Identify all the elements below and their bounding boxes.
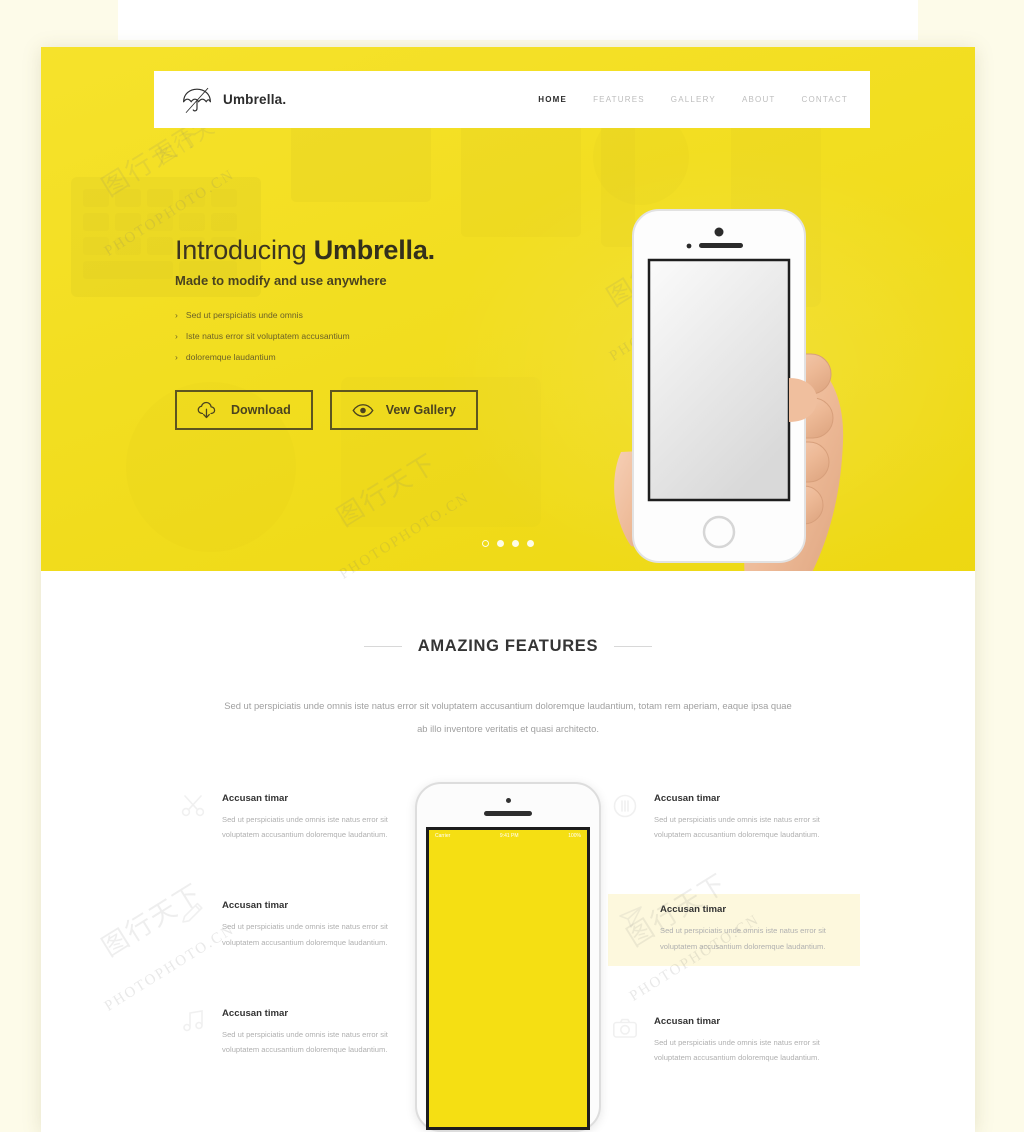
phone-screen: Carrier 9:41 PM 100% [426, 827, 590, 1131]
navbar: Umbrella. HOME FEATURES GALLERY ABOUT CO… [154, 71, 870, 128]
slider-dot-1[interactable] [482, 540, 489, 547]
hero-title: Introducing Umbrella. [175, 235, 555, 266]
nav-link-about[interactable]: ABOUT [742, 95, 776, 104]
chevron-right-icon: › [175, 351, 178, 362]
phone-status-bar: Carrier 9:41 PM 100% [429, 830, 587, 841]
slider-dot-4[interactable] [527, 540, 534, 547]
feature-item[interactable]: Accusan timar Sed ut perspiciatis unde o… [608, 1010, 840, 1073]
heading-rule-left [363, 646, 402, 647]
features-section: AMAZING FEATURES Sed ut perspiciatis und… [41, 571, 975, 1132]
hero-bullet-list: › Sed ut perspiciatis unde omnis › Iste … [175, 310, 555, 362]
hero-title-prefix: Introducing [175, 235, 314, 265]
camera-icon [612, 1016, 638, 1042]
chevron-right-icon: › [175, 309, 178, 320]
slider-dot-3[interactable] [512, 540, 519, 547]
feature-grid: Accusan timar Sed ut perspiciatis unde o… [41, 782, 975, 1132]
feature-text: Accusan timar Sed ut perspiciatis unde o… [654, 793, 832, 842]
pencil-icon [180, 900, 206, 926]
feature-column-right: Accusan timar Sed ut perspiciatis unde o… [608, 782, 863, 1132]
hero-title-strong: Umbrella. [313, 235, 435, 265]
feature-title: Accusan timar [222, 900, 289, 912]
website-mockup: Umbrella. HOME FEATURES GALLERY ABOUT CO… [41, 47, 975, 1132]
page-canvas: Umbrella. HOME FEATURES GALLERY ABOUT CO… [0, 0, 1024, 1132]
feature-column-left: Accusan timar Sed ut perspiciatis unde o… [153, 782, 408, 1132]
feature-phone-mockup: Carrier 9:41 PM 100% [408, 782, 608, 1132]
nav-link-contact[interactable]: CONTACT [802, 95, 848, 104]
feature-body: Sed ut perspiciatis unde omnis iste natu… [654, 1037, 820, 1062]
feature-title: Accusan timar [660, 904, 727, 916]
hero-section: Umbrella. HOME FEATURES GALLERY ABOUT CO… [41, 47, 975, 571]
hero-bullet-label: doloremque laudantium [185, 352, 276, 363]
hero-copy: Introducing Umbrella. Made to modify and… [175, 235, 555, 431]
nav-link-home[interactable]: HOME [538, 95, 567, 104]
hero-bullet-label: Iste natus error sit voluptatem accusant… [185, 331, 350, 342]
umbrella-icon [180, 85, 214, 115]
slider-dots [41, 540, 975, 547]
feature-text: Accusan timar Sed ut perspiciatis unde o… [222, 1008, 400, 1057]
nav-link-gallery[interactable]: GALLERY [671, 95, 716, 104]
nav-link-features[interactable]: FEATURES [593, 95, 645, 104]
section-title: AMAZING FEATURES [417, 637, 599, 655]
brand[interactable]: Umbrella. [180, 85, 286, 115]
view-gallery-button[interactable]: Vew Gallery [329, 390, 478, 431]
scissors-icon [180, 793, 206, 819]
feature-title: Accusan timar [654, 1015, 721, 1027]
headphones-icon [612, 793, 638, 819]
chevron-right-icon: › [175, 330, 178, 341]
phone-speaker-grille [484, 811, 532, 817]
paper-plane-icon [618, 904, 644, 930]
feature-item[interactable]: Accusan timar Sed ut perspiciatis unde o… [176, 1002, 408, 1065]
view-gallery-button-label: Vew Gallery [385, 403, 456, 418]
hero-bullet: › doloremque laudantium [175, 352, 555, 362]
download-button[interactable]: Download [175, 390, 313, 431]
feature-title: Accusan timar [654, 793, 721, 805]
phone-camera-dot [505, 798, 511, 804]
feature-item-highlighted[interactable]: Accusan timar Sed ut perspiciatis unde o… [608, 894, 860, 966]
status-battery: 100% [568, 832, 581, 839]
feature-text: Accusan timar Sed ut perspiciatis unde o… [222, 900, 400, 949]
eye-icon [352, 403, 374, 418]
feature-body: Sed ut perspiciatis unde omnis iste natu… [660, 926, 826, 951]
feature-text: Accusan timar Sed ut perspiciatis unde o… [222, 793, 400, 842]
hero-phone-in-hand-image [593, 202, 853, 571]
slider-dot-2[interactable] [497, 540, 504, 547]
feature-body: Sed ut perspiciatis unde omnis iste natu… [222, 815, 388, 840]
feature-text: Accusan timar Sed ut perspiciatis unde o… [660, 904, 848, 953]
hero-bullet-label: Sed ut perspiciatis unde omnis [185, 310, 303, 321]
hero-bullet: › Sed ut perspiciatis unde omnis [175, 310, 555, 320]
feature-item[interactable]: Accusan timar Sed ut perspiciatis unde o… [176, 787, 408, 850]
feature-item[interactable]: Accusan timar Sed ut perspiciatis unde o… [176, 894, 408, 957]
music-note-icon [180, 1008, 206, 1034]
brand-name: Umbrella. [223, 92, 287, 107]
feature-body: Sed ut perspiciatis unde omnis iste natu… [222, 922, 388, 947]
top-white-strip [118, 0, 918, 40]
hero-buttons: Download Vew Gallery [175, 390, 555, 431]
feature-item[interactable]: Accusan timar Sed ut perspiciatis unde o… [608, 787, 840, 850]
hero-bullet: › Iste natus error sit voluptatem accusa… [175, 331, 555, 341]
feature-body: Sed ut perspiciatis unde omnis iste natu… [222, 1029, 388, 1054]
status-time: 9:41 PM [499, 832, 519, 839]
nav-links: HOME FEATURES GALLERY ABOUT CONTACT [538, 95, 848, 104]
feature-text: Accusan timar Sed ut perspiciatis unde o… [654, 1016, 832, 1065]
section-description: Sed ut perspiciatis unde omnis iste natu… [224, 700, 792, 735]
section-heading: AMAZING FEATURES [41, 637, 975, 656]
heading-rule-right [614, 646, 653, 647]
hero-subtitle: Made to modify and use anywhere [175, 273, 387, 289]
phone-mock-body: Carrier 9:41 PM 100% [415, 782, 601, 1132]
feature-body: Sed ut perspiciatis unde omnis iste natu… [654, 815, 820, 840]
feature-title: Accusan timar [222, 1007, 289, 1019]
download-button-label: Download [231, 403, 291, 418]
feature-title: Accusan timar [222, 793, 289, 805]
status-carrier: Carrier [435, 832, 451, 839]
cloud-download-icon [197, 401, 219, 420]
